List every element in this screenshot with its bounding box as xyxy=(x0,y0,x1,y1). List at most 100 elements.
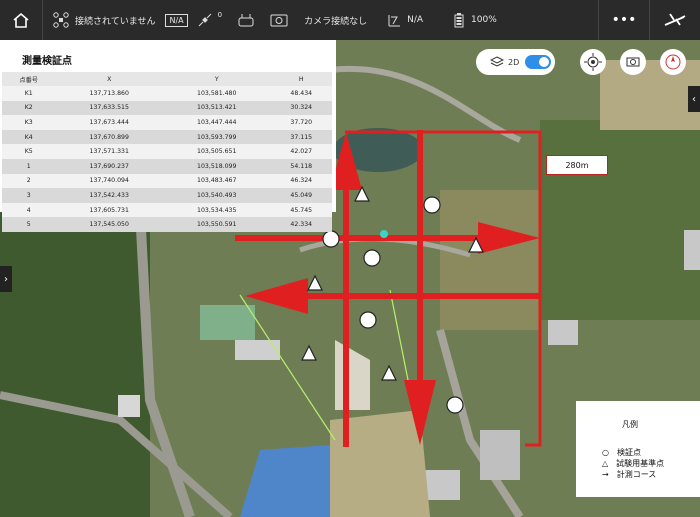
table-cell: 103,483.467 xyxy=(162,173,271,189)
legend-item: △ 試験用基準点 xyxy=(602,458,664,469)
satellite-icon xyxy=(198,13,211,27)
survey-points-table: 点番号 X Y H K1 137,713.860 103,581.480 48.434… xyxy=(2,72,332,232)
route-arrow-up xyxy=(343,175,349,447)
table-cell: 48.434 xyxy=(270,86,332,101)
table-cell: 137,545.050 xyxy=(55,217,163,232)
battery-icon xyxy=(454,13,464,28)
forest-area xyxy=(0,210,150,517)
route-arrow-left xyxy=(300,293,540,299)
column-header: 点番号 xyxy=(2,72,56,86)
field-area xyxy=(440,190,540,330)
table-row: K5 137,571.331 103,505.651 42.027 xyxy=(2,144,332,159)
drone-camera-icon xyxy=(626,57,640,67)
map-legend: 凡例 ○ 検証点 △ 試験用基準点 → 計測コース xyxy=(576,401,700,497)
table-cell: 137,605.731 xyxy=(55,202,163,218)
gps-status-text: N/A xyxy=(407,15,424,25)
panel-title: 測量検証点 xyxy=(22,56,72,67)
camera-icon xyxy=(270,14,288,27)
table-cell: 42.334 xyxy=(270,217,332,232)
table-cell: 137,690.237 xyxy=(55,158,163,174)
layers-icon xyxy=(490,56,504,67)
table-row: K4 137,670.899 103,593.799 37.115 xyxy=(2,129,332,145)
left-panel-toggle[interactable]: › xyxy=(0,266,12,292)
table-cell: 103,581.480 xyxy=(162,86,271,101)
table-cell: 137,673.444 xyxy=(55,115,163,130)
column-header: Y xyxy=(162,72,271,86)
home-button[interactable] xyxy=(0,0,43,40)
table-row: 5 137,545.050 103,550.591 42.334 xyxy=(2,217,332,232)
battery-status[interactable]: 100% xyxy=(453,0,497,40)
table-cell: 103,593.799 xyxy=(162,129,271,145)
table-cell: 137,633.515 xyxy=(55,100,163,116)
table-cell: 46.324 xyxy=(270,173,332,189)
table-cell: 137,571.331 xyxy=(55,144,163,159)
connection-status-text: 接続されていません xyxy=(75,16,156,27)
view-mode-toggle[interactable]: 2D xyxy=(476,49,555,75)
remote-controller-status[interactable] xyxy=(238,0,254,40)
aircraft-marker xyxy=(380,230,388,238)
column-header: H xyxy=(270,72,332,86)
legend-item: → 計測コース xyxy=(602,469,656,480)
locate-button[interactable] xyxy=(580,49,606,75)
table-cell: 37.720 xyxy=(270,115,332,130)
table-cell: 3 xyxy=(2,188,56,203)
table-cell: 103,534.435 xyxy=(162,202,271,218)
verification-point xyxy=(359,311,377,329)
gps-status[interactable]: N/A xyxy=(387,0,423,40)
table-cell: 1 xyxy=(2,158,56,174)
verification-point xyxy=(446,396,464,414)
distance-label: 280m xyxy=(546,155,608,175)
table-cell: 137,713.860 xyxy=(55,86,163,101)
table-cell: 54.118 xyxy=(270,158,332,174)
verification-point xyxy=(322,230,340,248)
table-header-row: 点番号 X Y H xyxy=(2,72,332,86)
satellite-status[interactable]: 0 xyxy=(198,0,222,40)
table-cell: 30.324 xyxy=(270,100,332,116)
table-cell: 45.049 xyxy=(270,188,332,203)
verification-point xyxy=(423,196,441,214)
table-cell: 103,447.444 xyxy=(162,115,271,130)
legend-label: 計測コース xyxy=(616,470,657,479)
right-panel-toggle[interactable]: ‹ xyxy=(688,86,700,112)
table-cell: 137,740.094 xyxy=(55,173,163,189)
table-cell: 42.027 xyxy=(270,144,332,159)
takeoff-button[interactable] xyxy=(649,0,700,40)
table-row: 3 137,542.433 103,540.493 45.049 xyxy=(2,188,332,203)
compass-button[interactable] xyxy=(660,49,686,75)
signal-icon xyxy=(388,15,401,27)
camera-view-button[interactable] xyxy=(620,49,646,75)
table-cell: 4 xyxy=(2,202,56,218)
camera-status[interactable]: カメラ接続なし xyxy=(270,0,367,40)
building xyxy=(118,395,140,417)
table-cell: 103,550.591 xyxy=(162,217,271,232)
table-row: 4 137,605.731 103,534.435 45.745 xyxy=(2,202,332,218)
drone-icon xyxy=(53,12,69,28)
column-header: X xyxy=(55,72,163,86)
table-cell: 5 xyxy=(2,217,56,232)
legend-title: 凡例 xyxy=(622,420,638,429)
building xyxy=(548,320,578,345)
route-arrow-right xyxy=(235,235,485,241)
building xyxy=(200,305,255,340)
crosshair-icon xyxy=(584,53,602,71)
building xyxy=(684,230,700,270)
compass-icon xyxy=(665,54,681,70)
table-row: 1 137,690.237 103,518.099 54.118 xyxy=(2,158,332,174)
chevron-left-icon: ‹ xyxy=(692,93,696,105)
building xyxy=(480,430,520,480)
table-cell: K2 xyxy=(2,100,56,116)
table-cell: K1 xyxy=(2,86,56,101)
controller-icon xyxy=(238,14,254,27)
building xyxy=(235,340,280,360)
more-menu-button[interactable]: ••• xyxy=(598,0,649,40)
table-row: K2 137,633.515 103,513.421 30.324 xyxy=(2,100,332,116)
verification-point xyxy=(363,249,381,267)
legend-label: 試験用基準点 xyxy=(616,459,665,468)
table-cell: 37.115 xyxy=(270,129,332,145)
circle-symbol-icon: ○ xyxy=(602,448,609,457)
arrow-symbol-icon: → xyxy=(602,470,609,479)
table-cell: K4 xyxy=(2,129,56,145)
table-cell: 103,518.099 xyxy=(162,158,271,174)
view-mode-switch[interactable] xyxy=(525,55,552,69)
aircraft-connection[interactable]: 接続されていません xyxy=(53,0,155,40)
